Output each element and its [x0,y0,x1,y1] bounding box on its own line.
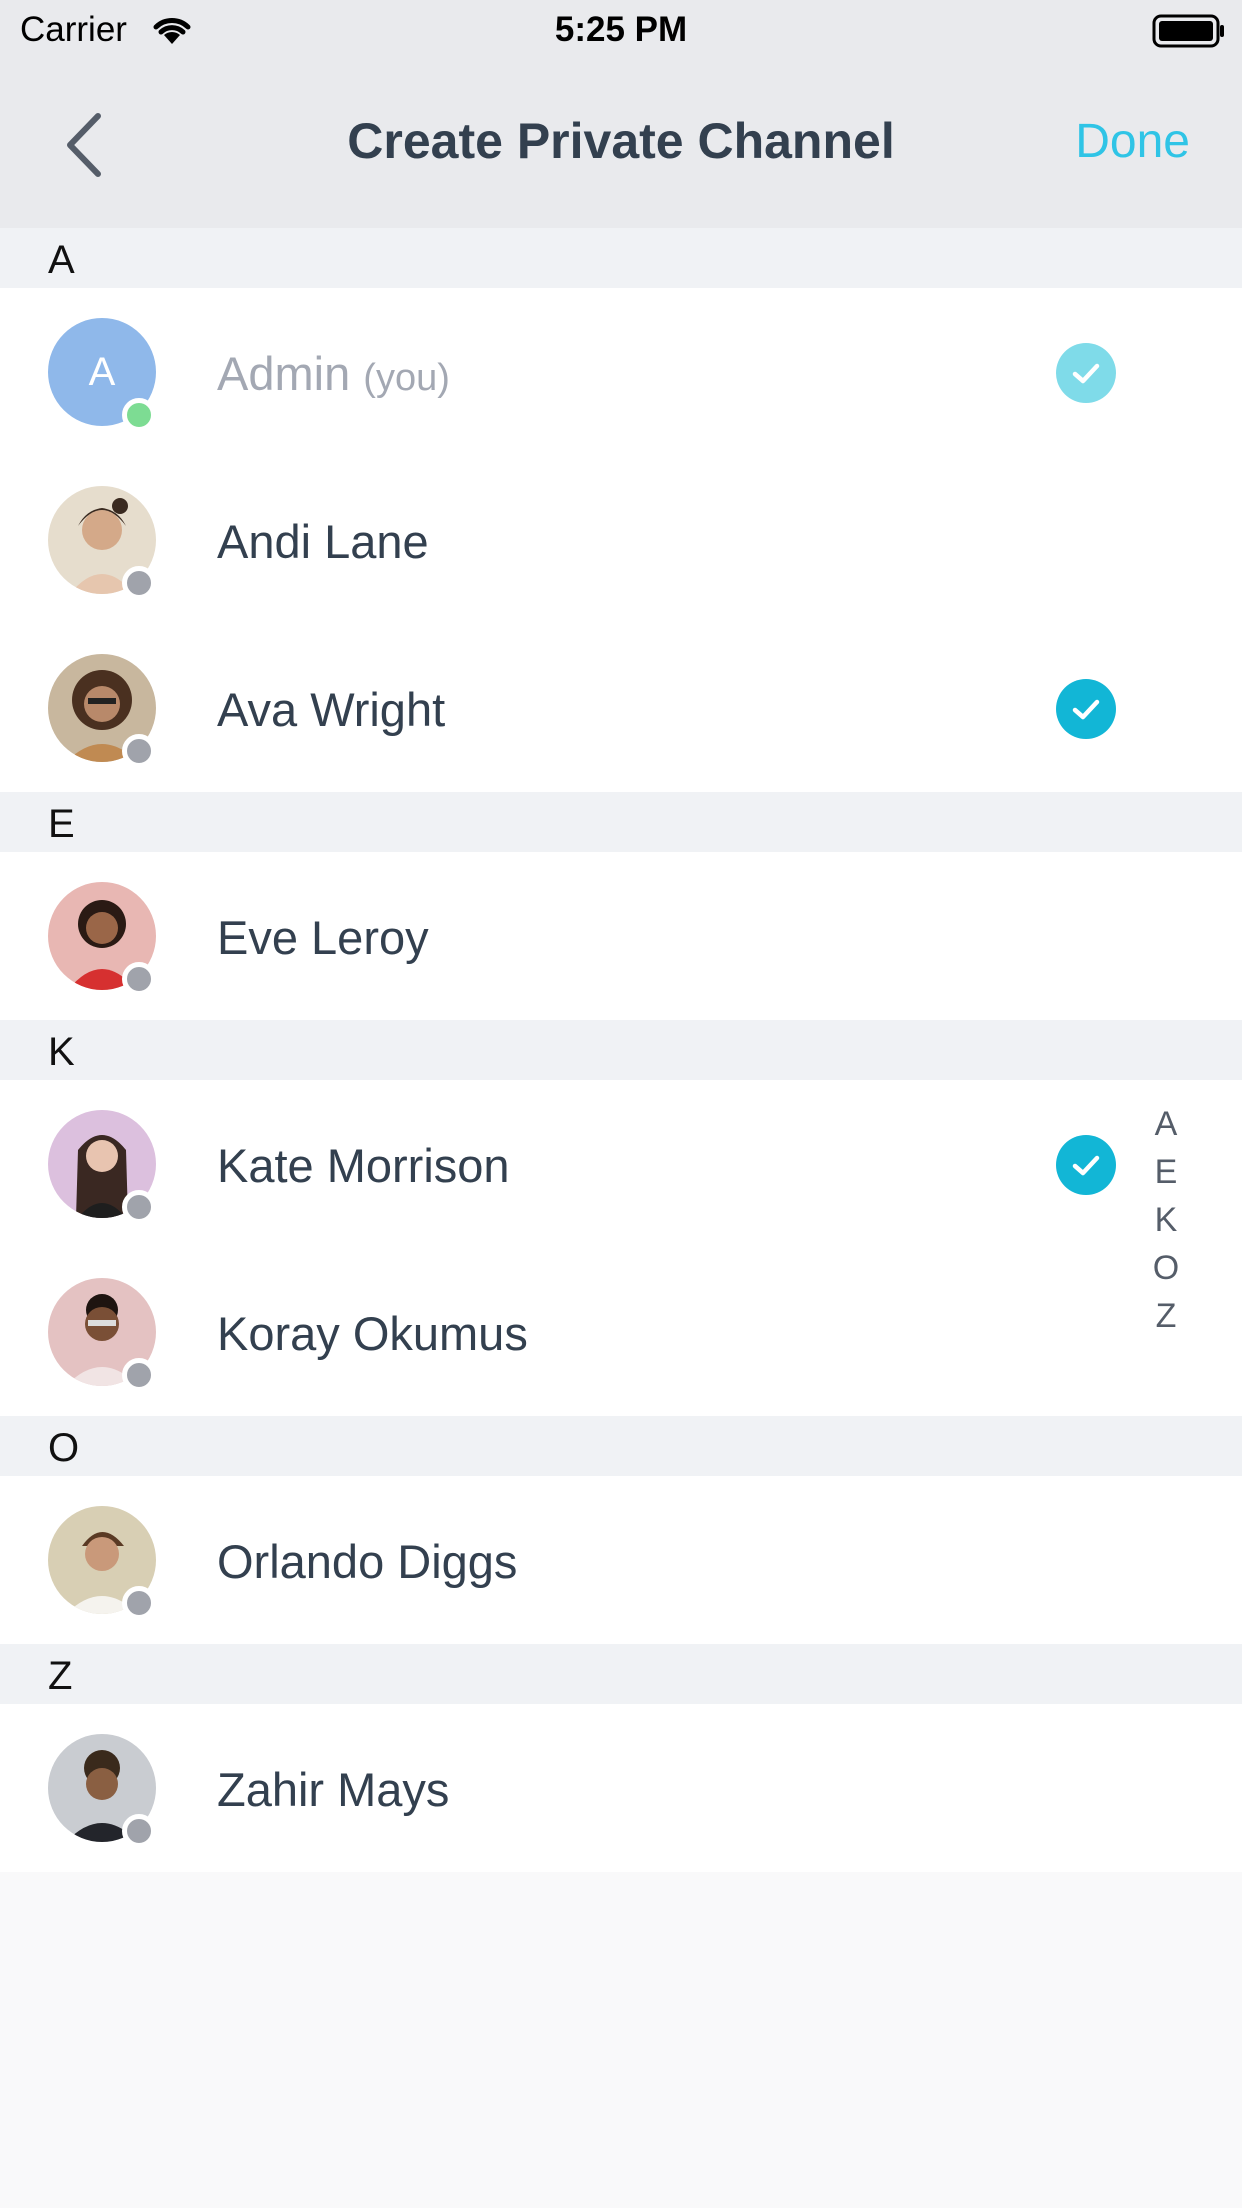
contact-name-text: Admin [217,347,351,400]
offline-status-indicator [122,734,156,768]
contact-list: A A Admin (you) Andi Lane Ava Wright E E… [0,228,1242,1872]
section-index[interactable]: A E K O Z [1146,1100,1186,1340]
contact-name: Zahir Mays [217,1763,450,1816]
section-index-item[interactable]: A [1146,1100,1186,1148]
contact-name: Kate Morrison [217,1139,510,1192]
clock: 5:25 PM [554,10,688,49]
contact-row-andi-lane[interactable]: Andi Lane [0,456,1242,624]
online-status-indicator [122,398,156,432]
done-button[interactable]: Done [1075,114,1190,169]
contact-row-admin[interactable]: A Admin (you) [0,288,1242,456]
battery-icon [1152,14,1226,53]
offline-status-indicator [122,1358,156,1392]
section-letter: O [48,1426,80,1470]
section-index-item[interactable]: K [1146,1196,1186,1244]
you-label: (you) [363,357,450,399]
section-index-item[interactable]: E [1146,1148,1186,1196]
status-bar: Carrier 5:25 PM [0,0,1242,62]
contact-row-orlando-diggs[interactable]: Orlando Diggs [0,1476,1242,1644]
section-letter: Z [48,1654,73,1698]
offline-status-indicator [122,1814,156,1848]
contact-row-ava-wright[interactable]: Ava Wright [0,624,1242,792]
contact-row-koray-okumus[interactable]: Koray Okumus [0,1248,1242,1416]
offline-status-indicator [122,1190,156,1224]
checkmark-icon[interactable] [1056,1135,1116,1195]
section-letter: E [48,802,75,846]
contact-row-kate-morrison[interactable]: Kate Morrison [0,1080,1242,1248]
contact-row-zahir-mays[interactable]: Zahir Mays [0,1704,1242,1872]
contact-name: Koray Okumus [217,1307,528,1360]
contact-name: Eve Leroy [217,911,429,964]
contact-name: Orlando Diggs [217,1535,518,1588]
section-letter: A [48,238,75,282]
section-header-e: E [0,792,1242,852]
section-index-item[interactable]: O [1146,1244,1186,1292]
contact-name: Admin (you) [217,346,450,401]
section-header-z: Z [0,1644,1242,1704]
checkmark-icon[interactable] [1056,679,1116,739]
navigation-bar: Carrier 5:25 PM Create Private Channel D… [0,0,1242,228]
section-header-o: O [0,1416,1242,1476]
section-index-item[interactable]: Z [1146,1292,1186,1340]
section-header-a: A [0,228,1242,288]
offline-status-indicator [122,1586,156,1620]
page-title: Create Private Channel [347,113,895,169]
offline-status-indicator [122,962,156,996]
section-header-k: K [0,1020,1242,1080]
contact-row-eve-leroy[interactable]: Eve Leroy [0,852,1242,1020]
checkmark-icon [1056,343,1116,403]
contact-name: Ava Wright [217,683,446,736]
offline-status-indicator [122,566,156,600]
section-letter: K [48,1030,75,1074]
contact-name: Andi Lane [217,515,429,568]
